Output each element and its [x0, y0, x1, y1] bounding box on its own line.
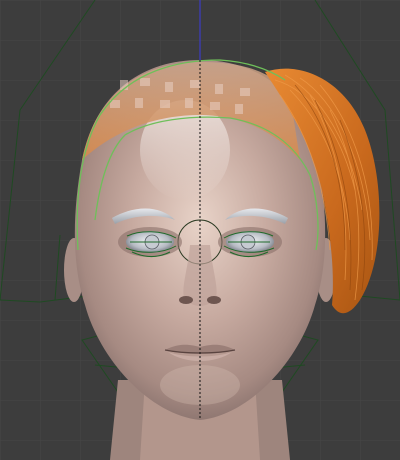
right-eye[interactable] [223, 231, 275, 257]
3d-viewport[interactable] [0, 0, 400, 460]
left-eye[interactable] [125, 231, 177, 257]
viewport-canvas[interactable] [0, 0, 400, 460]
